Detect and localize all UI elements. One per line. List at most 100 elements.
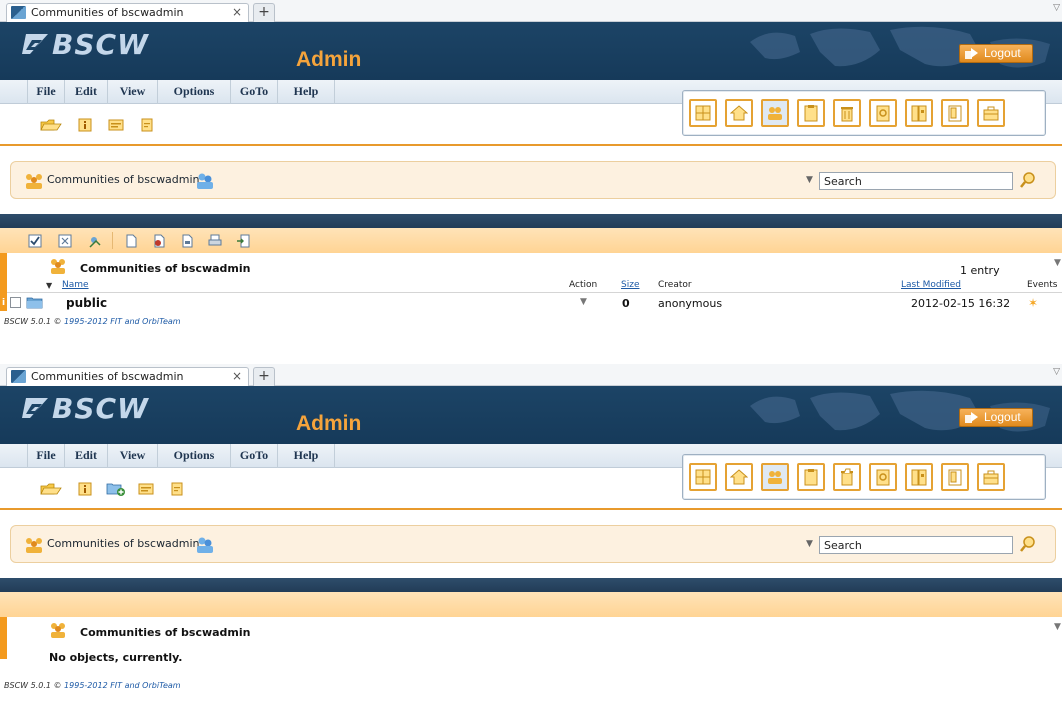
tab-scroll-icon[interactable]: ▽ (1053, 3, 1060, 13)
menu-goto[interactable]: GoTo (231, 444, 278, 468)
listing-menu-icon[interactable]: ▼ (1054, 258, 1061, 268)
search-scope-dropdown-icon[interactable]: ▼ (806, 175, 813, 185)
listing-menu-icon[interactable]: ▼ (1054, 622, 1061, 632)
nav-calendar-button[interactable] (905, 99, 933, 127)
nav-tasks-button[interactable] (941, 99, 969, 127)
nav-communities-button[interactable] (761, 99, 789, 127)
new-tab-button[interactable]: + (253, 3, 275, 22)
members-icon[interactable] (195, 171, 215, 191)
row-creator: anonymous (658, 297, 723, 310)
row-action-dropdown-icon[interactable]: ▼ (580, 297, 587, 307)
tasks-icon (948, 105, 962, 122)
menu-options[interactable]: Options (158, 80, 231, 104)
add-member-icon[interactable] (88, 234, 102, 248)
nav-briefcase-button[interactable] (977, 99, 1005, 127)
logout-button[interactable]: Logout (959, 44, 1033, 63)
note-icon[interactable] (140, 118, 154, 132)
select-all-icon[interactable] (28, 234, 42, 248)
nav-trash-button[interactable] (833, 99, 861, 127)
search-scope-dropdown-icon[interactable]: ▼ (806, 539, 813, 549)
browser-tab[interactable]: Communities of bscwadmin × (6, 3, 249, 22)
column-name[interactable]: Name (62, 280, 89, 290)
trash-icon (841, 107, 853, 122)
nav-address-book-button[interactable] (869, 463, 897, 491)
info-badge[interactable]: i (0, 295, 7, 311)
menu-view[interactable]: View (108, 444, 158, 468)
listing-accent-stripe (0, 617, 7, 659)
export-icon[interactable] (236, 234, 250, 248)
bscw-favicon-icon (11, 6, 26, 19)
menu-file[interactable]: File (27, 444, 65, 468)
menu-goto[interactable]: GoTo (231, 80, 278, 104)
info-icon[interactable] (78, 118, 92, 132)
nav-clipboard-button[interactable] (797, 99, 825, 127)
new-document-icon[interactable] (124, 234, 138, 248)
column-size[interactable]: Size (621, 280, 639, 290)
nav-address-book-button[interactable] (869, 99, 897, 127)
tab-scroll-icon[interactable]: ▽ (1053, 367, 1060, 377)
nav-briefcase-button[interactable] (977, 463, 1005, 491)
bscw-favicon-icon (11, 370, 26, 383)
breadcrumb-current[interactable]: Communities of bscwadmin (47, 537, 200, 550)
footer-copyright-link[interactable]: 1995-2012 FIT and OrbiTeam (64, 317, 181, 326)
empty-message: No objects, currently. (49, 651, 183, 664)
row-name-link[interactable]: public (66, 296, 107, 310)
nav-communities-button[interactable] (761, 463, 789, 491)
menu-help[interactable]: Help (278, 444, 335, 468)
note-icon[interactable] (170, 482, 184, 496)
message-icon[interactable] (138, 482, 154, 496)
action-toolbar (0, 592, 1062, 617)
clipboard-icon (804, 469, 818, 486)
app-header: BSCW Admin Logout (0, 22, 1062, 80)
search-input[interactable] (819, 536, 1013, 554)
menu-edit[interactable]: Edit (65, 444, 108, 468)
new-folder-icon[interactable] (106, 482, 126, 496)
print-icon[interactable] (208, 234, 222, 248)
menu-help[interactable]: Help (278, 80, 335, 104)
search-icon[interactable] (1019, 171, 1037, 189)
info-icon[interactable] (78, 482, 92, 496)
members-icon[interactable] (195, 535, 215, 555)
nav-home-button[interactable] (725, 99, 753, 127)
archive-zip-icon[interactable] (180, 234, 194, 248)
menu-options[interactable]: Options (158, 444, 231, 468)
sort-descending-icon[interactable]: ▼ (46, 281, 52, 290)
logout-button[interactable]: Logout (959, 408, 1033, 427)
search-input[interactable] (819, 172, 1013, 190)
footer: BSCW 5.0.1 © 1995-2012 FIT and OrbiTeam (4, 317, 181, 326)
close-tab-icon[interactable]: × (232, 5, 242, 19)
column-creator: Creator (658, 280, 692, 290)
communities-icon (51, 623, 65, 638)
row-checkbox[interactable] (10, 297, 21, 308)
nav-clipboard-grid-button[interactable] (689, 463, 717, 491)
nav-clipboard-button[interactable] (797, 463, 825, 491)
menu-edit[interactable]: Edit (65, 80, 108, 104)
column-last-modified[interactable]: Last Modified (901, 280, 961, 290)
open-folder-icon[interactable] (40, 482, 62, 496)
footer-version: BSCW 5.0.1 © (4, 681, 65, 690)
new-tab-button[interactable]: + (253, 367, 275, 386)
search-icon[interactable] (1019, 535, 1037, 553)
nav-home-button[interactable] (725, 463, 753, 491)
breadcrumb-current[interactable]: Communities of bscwadmin (47, 173, 200, 186)
close-tab-icon[interactable]: × (232, 369, 242, 383)
nav-calendar-button[interactable] (905, 463, 933, 491)
nav-clipboard-grid-button[interactable] (689, 99, 717, 127)
delete-icon[interactable] (152, 234, 166, 248)
breadcrumb: Communities of bscwadmin ▼ (10, 525, 1056, 563)
footer-copyright-link[interactable]: 1995-2012 FIT and OrbiTeam (64, 681, 181, 690)
nav-tasks-button[interactable] (941, 463, 969, 491)
home-icon (730, 105, 748, 121)
folder-icon[interactable] (26, 296, 43, 309)
event-star-icon[interactable]: ✶ (1028, 296, 1038, 310)
open-folder-icon[interactable] (40, 118, 62, 132)
address-book-icon (876, 469, 890, 486)
menu-view[interactable]: View (108, 80, 158, 104)
browser-tab[interactable]: Communities of bscwadmin × (6, 367, 249, 386)
deselect-all-icon[interactable] (58, 234, 72, 248)
message-icon[interactable] (108, 118, 124, 132)
menu-file[interactable]: File (27, 80, 65, 104)
screenshot-with-entry: Communities of bscwadmin × + ▽ BSCW Admi… (0, 0, 1062, 346)
calendar-icon (911, 105, 927, 122)
nav-trash-full-button[interactable] (833, 463, 861, 491)
